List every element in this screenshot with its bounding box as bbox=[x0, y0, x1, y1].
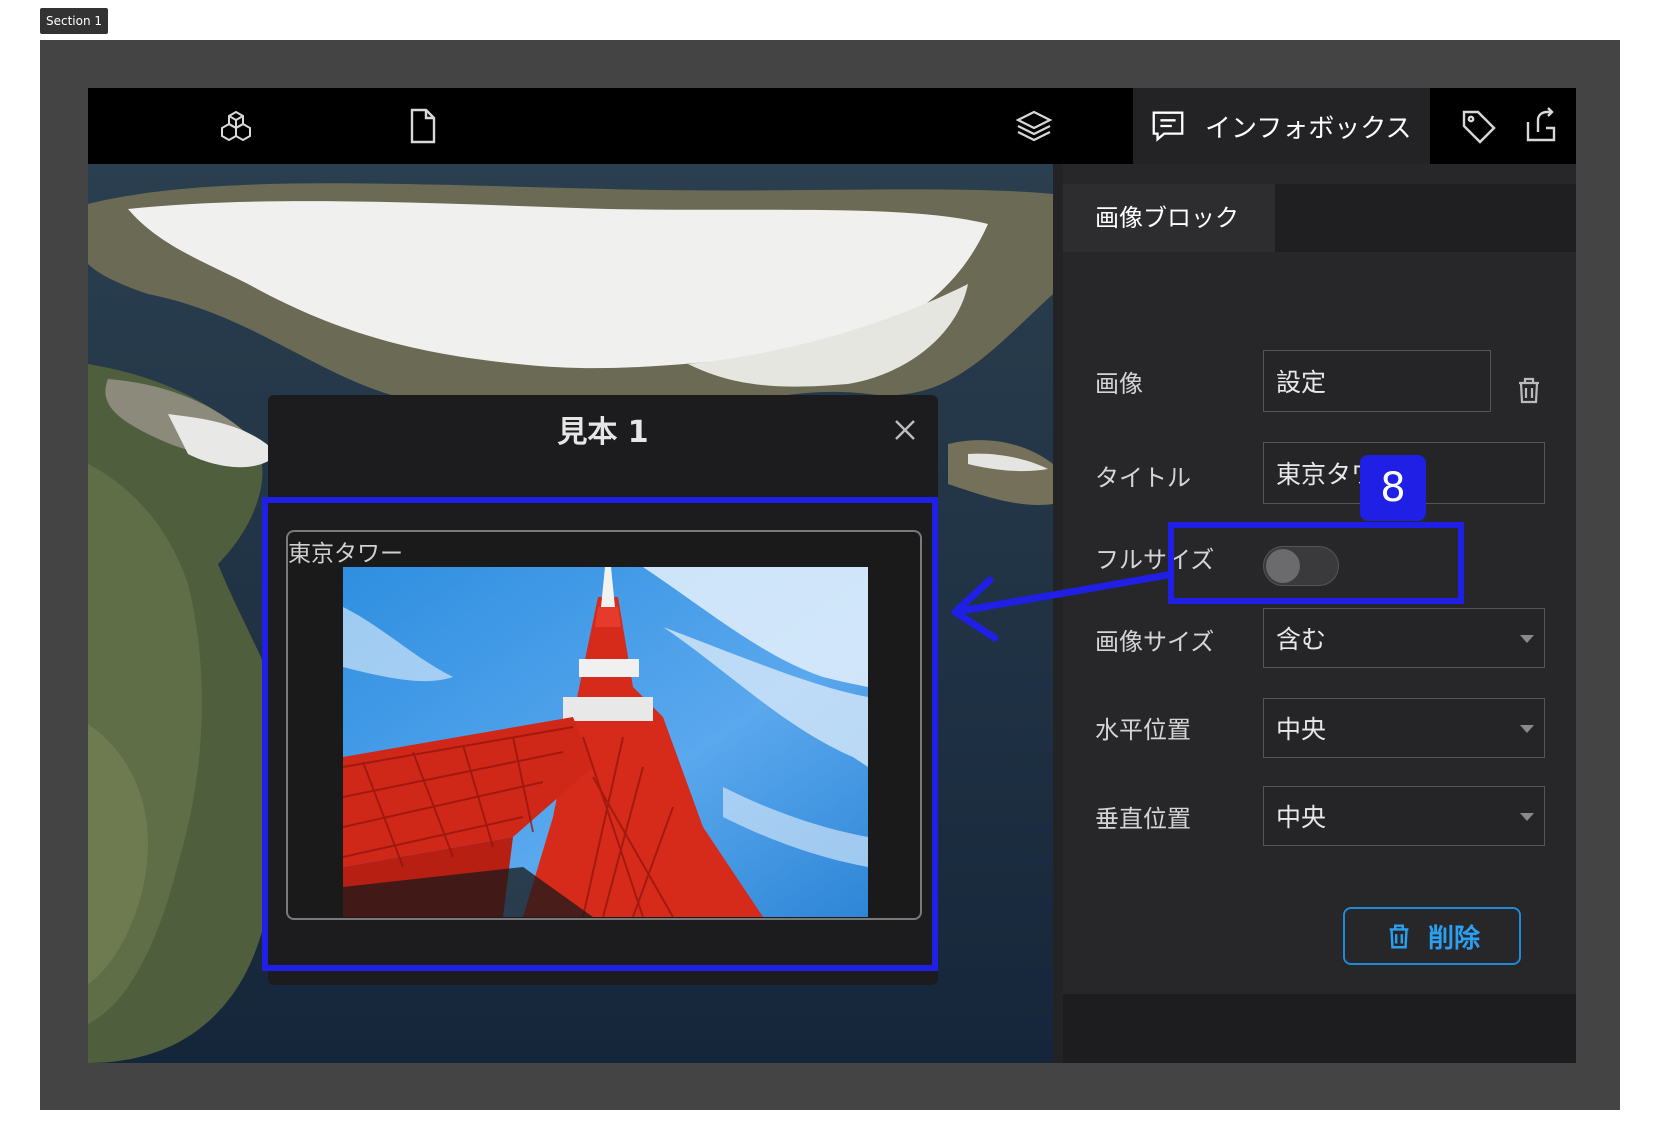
cubes-icon[interactable] bbox=[210, 100, 262, 152]
vertical-position-label: 垂直位置 bbox=[1095, 805, 1191, 833]
horizontal-position-select[interactable]: 中央 bbox=[1263, 698, 1545, 758]
chevron-down-icon bbox=[1520, 635, 1534, 643]
infobox-icon bbox=[1149, 107, 1187, 145]
tokyo-tower-photo bbox=[343, 567, 868, 917]
file-icon[interactable] bbox=[396, 100, 448, 152]
vertical-position-select[interactable]: 中央 bbox=[1263, 786, 1545, 846]
tab-infobox[interactable]: インフォボックス bbox=[1133, 88, 1430, 164]
image-label: 画像 bbox=[1095, 370, 1143, 398]
fullsize-label: フルサイズ bbox=[1095, 546, 1215, 574]
tab-infobox-label: インフォボックス bbox=[1205, 113, 1412, 144]
close-icon[interactable] bbox=[890, 415, 920, 445]
app-window: インフォボックス 画像ブロック 画像 設定 タイトル 東京タワー フルサイズ 画… bbox=[88, 88, 1576, 1063]
export-icon[interactable] bbox=[1514, 100, 1566, 152]
title-label: タイトル bbox=[1095, 464, 1191, 492]
image-size-label: 画像サイズ bbox=[1095, 628, 1215, 656]
toggle-knob bbox=[1266, 549, 1300, 583]
delete-button[interactable]: 削除 bbox=[1343, 907, 1521, 965]
trash-icon[interactable] bbox=[1513, 374, 1545, 406]
image-setting-field[interactable]: 設定 bbox=[1263, 350, 1491, 412]
infobox-preview-popup: 見本 1 東京タワー bbox=[268, 395, 938, 985]
chevron-down-icon bbox=[1520, 813, 1534, 821]
tab-image-block[interactable]: 画像ブロック bbox=[1063, 184, 1275, 252]
trash-icon bbox=[1384, 921, 1414, 951]
horizontal-position-label: 水平位置 bbox=[1095, 716, 1191, 744]
image-block-title: 東京タワー bbox=[288, 541, 403, 567]
horizontal-position-value: 中央 bbox=[1276, 715, 1327, 744]
image-block-editor: 画像ブロック 画像 設定 タイトル 東京タワー フルサイズ 画像サイズ 含む 水… bbox=[1063, 164, 1576, 994]
image-setting-value: 設定 bbox=[1276, 368, 1327, 397]
delete-button-label: 削除 bbox=[1427, 923, 1480, 954]
tab-bar-filler bbox=[1275, 184, 1576, 252]
fullsize-toggle[interactable] bbox=[1263, 546, 1339, 586]
tag-icon[interactable] bbox=[1452, 100, 1504, 152]
popup-title: 見本 1 bbox=[557, 415, 649, 450]
image-size-select[interactable]: 含む bbox=[1263, 608, 1545, 668]
layers-icon[interactable] bbox=[1008, 100, 1060, 152]
top-toolbar: インフォボックス bbox=[88, 88, 1576, 164]
section-tag: Section 1 bbox=[40, 8, 109, 34]
image-size-value: 含む bbox=[1276, 625, 1327, 654]
vertical-position-value: 中央 bbox=[1276, 803, 1327, 832]
step-number-badge: 8 bbox=[1360, 455, 1426, 521]
chevron-down-icon bbox=[1520, 725, 1534, 733]
image-block-preview: 東京タワー bbox=[286, 530, 922, 920]
properties-panel: 画像ブロック 画像 設定 タイトル 東京タワー フルサイズ 画像サイズ 含む 水… bbox=[1063, 164, 1576, 1063]
